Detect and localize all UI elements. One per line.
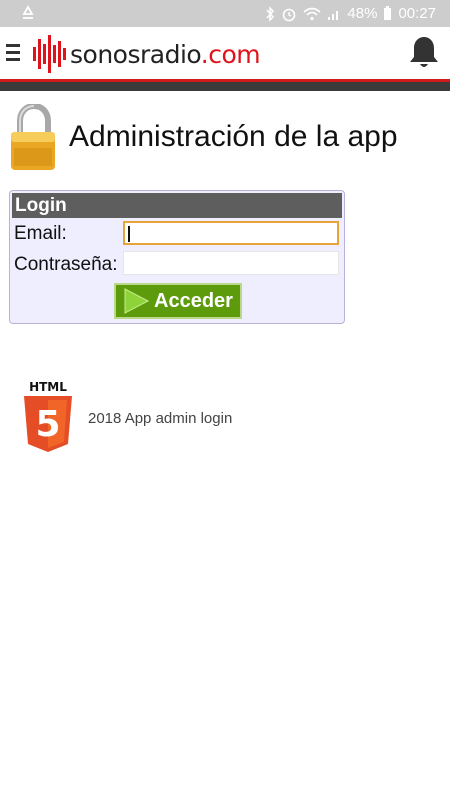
battery-icon (383, 6, 392, 21)
email-label: Email: (14, 223, 67, 244)
acceder-label: Acceder (154, 289, 233, 312)
acceder-button[interactable]: Acceder (114, 283, 242, 319)
password-label: Contraseña: (14, 254, 118, 275)
text-cursor (128, 226, 130, 242)
alarm-icon (281, 6, 297, 22)
html5-badge-number: 5 (35, 404, 60, 445)
soundwave-logo-icon (33, 35, 66, 73)
recycle-icon (20, 5, 36, 25)
bell-icon[interactable] (408, 35, 440, 71)
status-bar: 48% 00:27 (0, 0, 450, 27)
wifi-icon (303, 7, 321, 21)
login-header: Login (12, 193, 342, 218)
html5-logo-icon: HTML 5 (24, 380, 72, 452)
signal-icon (327, 7, 341, 21)
battery-percent: 48% (347, 5, 378, 22)
header-dark-stripe (0, 82, 450, 91)
bluetooth-icon (265, 5, 275, 22)
padlock-icon (11, 104, 55, 170)
menu-icon[interactable] (6, 44, 20, 62)
app-header: sonosradio.com (0, 27, 450, 79)
page-title: Administración de la app (69, 120, 398, 153)
email-input[interactable] (123, 221, 339, 245)
play-arrow-icon (124, 288, 150, 314)
footer-text: 2018 App admin login (88, 410, 233, 427)
clock: 00:27 (398, 5, 436, 22)
html5-badge-text: HTML (29, 380, 67, 394)
password-input[interactable] (123, 251, 339, 275)
logo-text: sonosradio.com (70, 39, 261, 69)
login-form: Login Email: Contraseña: Acceder (9, 190, 345, 324)
logo[interactable]: sonosradio.com (32, 35, 261, 73)
